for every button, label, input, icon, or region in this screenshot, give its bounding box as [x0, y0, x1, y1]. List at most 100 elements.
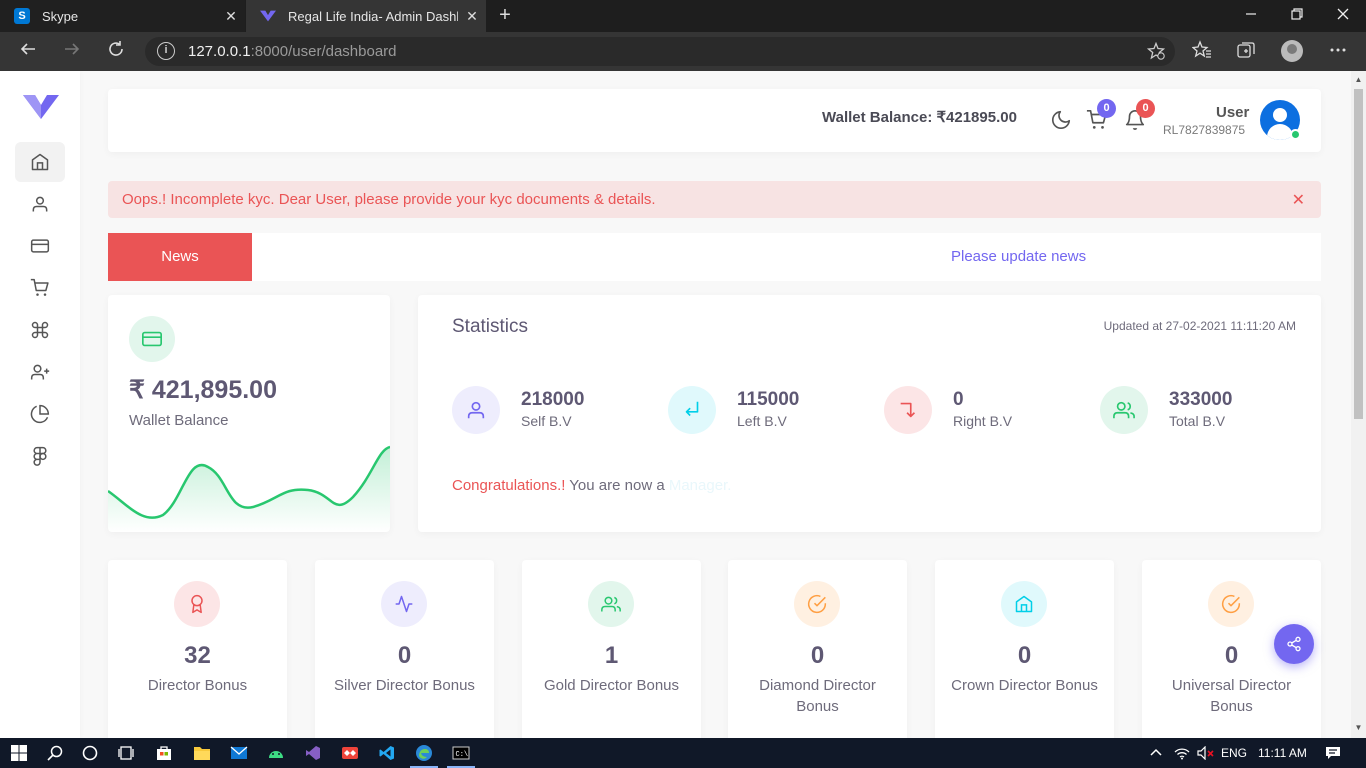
bonus-label: Diamond Director Bonus — [759, 677, 876, 715]
new-tab-button[interactable]: + — [494, 4, 516, 26]
page-viewport: Wallet Balance: ₹421895.00 0 0 User RL78… — [0, 71, 1366, 738]
terminal-icon[interactable]: C:\ — [451, 743, 471, 763]
stat-self-bv: 218000 Self B.V — [452, 386, 652, 434]
bonus-card-crown: 0 Crown Director Bonus — [935, 560, 1114, 738]
close-icon[interactable] — [1320, 0, 1366, 32]
sidebar-item-wallet[interactable] — [15, 226, 65, 266]
tab-dashboard[interactable]: Regal Life India- Admin Dashboa ✕ — [246, 0, 486, 32]
pie-chart-icon — [30, 404, 50, 424]
user-name[interactable]: User — [1216, 104, 1249, 121]
notification-center-icon[interactable] — [1323, 743, 1343, 763]
wifi-icon[interactable] — [1172, 743, 1192, 763]
bonus-value: 0 — [810, 642, 825, 669]
cart-icon — [30, 278, 49, 296]
users-icon — [588, 581, 634, 627]
language-indicator[interactable]: ENG — [1221, 746, 1247, 760]
moon-icon — [1051, 110, 1071, 130]
news-label: News — [108, 233, 252, 281]
tab-skype[interactable]: S Skype ✕ — [0, 0, 245, 32]
android-studio-icon[interactable] — [266, 743, 286, 763]
scroll-down-arrow[interactable]: ▼ — [1354, 723, 1363, 732]
restore-icon[interactable] — [1274, 0, 1320, 32]
alert-text: Oops.! Incomplete kyc. Dear User, please… — [122, 191, 656, 208]
scroll-thumb[interactable] — [1354, 89, 1363, 419]
share-button[interactable] — [1274, 624, 1314, 664]
home-icon — [31, 153, 49, 171]
stat-value: 115000 — [737, 389, 800, 410]
brand-logo[interactable] — [23, 95, 59, 119]
page-scrollbar[interactable]: ▲ ▼ — [1351, 71, 1366, 738]
credit-card-icon — [30, 239, 50, 253]
header-wallet-balance: Wallet Balance: ₹421895.00 — [822, 109, 1017, 126]
back-icon[interactable] — [16, 40, 40, 64]
tab-title: Skype — [42, 8, 79, 24]
bonus-label: Silver Director Bonus — [334, 677, 475, 694]
add-favorite-icon[interactable] — [1146, 41, 1166, 65]
bonus-value: 32 — [184, 642, 211, 669]
sidebar-item-reports[interactable] — [15, 394, 65, 434]
anydesk-icon[interactable] — [340, 743, 360, 763]
figma-icon — [33, 446, 47, 466]
stat-label: Self B.V — [521, 413, 572, 429]
wallet-label: Wallet Balance — [129, 412, 229, 429]
rank-message: Congratulations.! You are now a Manager. — [452, 477, 732, 494]
minimize-icon[interactable] — [1228, 0, 1274, 32]
forward-icon[interactable] — [60, 40, 84, 64]
favorites-icon[interactable] — [1190, 40, 1214, 64]
volume-muted-icon[interactable] — [1196, 743, 1216, 763]
svg-text:C:\: C:\ — [456, 751, 469, 759]
sidebar-item-profile[interactable] — [15, 184, 65, 224]
edge-icon[interactable] — [414, 743, 434, 763]
sidebar-item-home[interactable] — [15, 142, 65, 182]
tab-close-icon[interactable]: ✕ — [217, 8, 245, 25]
chevron-up-icon[interactable] — [1146, 743, 1166, 763]
dark-mode-toggle[interactable] — [1050, 109, 1074, 133]
windows-start-icon[interactable] — [9, 743, 29, 763]
refresh-icon[interactable] — [104, 40, 128, 64]
online-status-dot — [1290, 129, 1301, 140]
file-explorer-icon[interactable] — [192, 743, 212, 763]
stat-value: 333000 — [1169, 389, 1233, 410]
bonus-label: Universal Director Bonus — [1171, 677, 1292, 715]
notification-count-badge: 0 — [1136, 99, 1155, 118]
store-icon[interactable] — [154, 743, 174, 763]
vscode-icon[interactable] — [377, 743, 397, 763]
bonus-card-director: 32 Director Bonus — [108, 560, 287, 738]
stat-right-bv: 0 Right B.V — [884, 386, 1084, 434]
search-icon[interactable] — [45, 743, 65, 763]
info-icon[interactable]: i — [157, 42, 175, 60]
bonus-card-gold: 1 Gold Director Bonus — [522, 560, 701, 738]
collections-icon[interactable] — [1234, 40, 1258, 64]
url-field[interactable]: i 127.0.0.1:8000/user/dashboard — [145, 37, 1175, 66]
visual-studio-icon[interactable] — [303, 743, 323, 763]
browser-profile-avatar[interactable] — [1281, 40, 1303, 62]
user-id: RL7827839875 — [1163, 123, 1246, 137]
wallet-amount: ₹ 421,895.00 — [129, 376, 277, 404]
clock[interactable]: 11:11 AM — [1258, 746, 1307, 760]
sidebar-item-shop[interactable] — [15, 268, 65, 308]
activity-icon — [381, 581, 427, 627]
arrow-down-left-icon — [668, 386, 716, 434]
alert-close-icon[interactable]: ✕ — [1292, 190, 1305, 210]
check-circle-icon — [794, 581, 840, 627]
scroll-up-arrow[interactable]: ▲ — [1354, 75, 1363, 84]
command-icon — [31, 321, 49, 339]
check-circle-icon — [1208, 581, 1254, 627]
bonus-label: Gold Director Bonus — [543, 677, 680, 694]
sidebar — [0, 71, 80, 738]
bonus-value: 0 — [1017, 642, 1032, 669]
award-icon — [174, 581, 220, 627]
statistics-updated: Updated at 27-02-2021 11:11:20 AM — [1103, 319, 1296, 333]
sidebar-item-design[interactable] — [15, 436, 65, 476]
mail-icon[interactable] — [229, 743, 249, 763]
bonus-label: Director Bonus — [147, 677, 248, 694]
sidebar-item-add-user[interactable] — [15, 352, 65, 392]
cortana-icon[interactable] — [80, 743, 100, 763]
tab-title: Regal Life India- Admin Dashboa — [288, 8, 458, 24]
task-view-icon[interactable] — [116, 743, 136, 763]
sidebar-item-command[interactable] — [15, 310, 65, 350]
vuexy-logo-icon — [260, 8, 276, 24]
top-navbar: Wallet Balance: ₹421895.00 0 0 User RL78… — [108, 89, 1321, 152]
tab-close-icon[interactable]: ✕ — [458, 8, 486, 25]
more-menu-icon[interactable] — [1326, 40, 1350, 64]
